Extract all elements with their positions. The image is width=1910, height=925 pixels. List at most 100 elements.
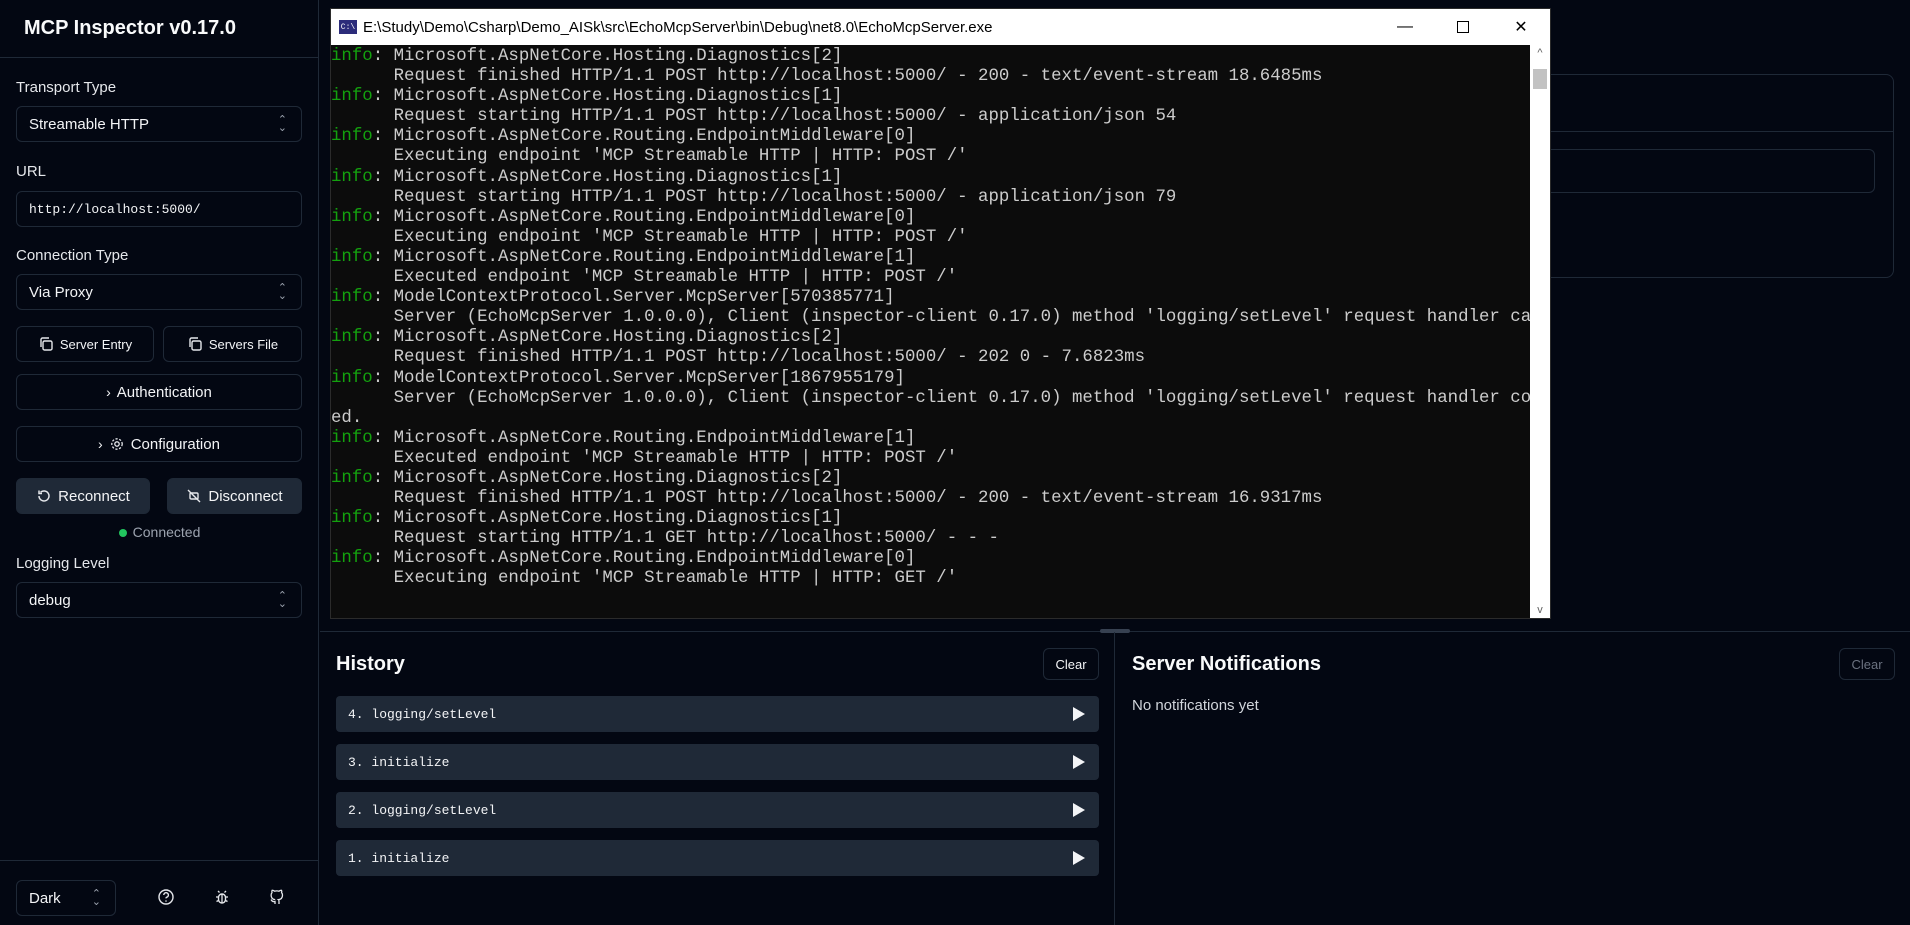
- play-icon[interactable]: [1073, 755, 1085, 769]
- app-title: MCP Inspector v0.17.0: [0, 0, 318, 58]
- unplug-icon: [187, 489, 201, 503]
- console-line: Server (EchoMcpServer 1.0.0.0), Client (…: [331, 389, 1530, 409]
- chevron-up-down-icon: ⌃ ⌄: [277, 114, 287, 134]
- console-line: info: Microsoft.AspNetCore.Routing.Endpo…: [331, 127, 1530, 147]
- log-text: Executing endpoint 'MCP Streamable HTTP …: [331, 147, 968, 167]
- notifications-empty-text: No notifications yet: [1132, 697, 1259, 714]
- console-line: Executing endpoint 'MCP Streamable HTTP …: [331, 569, 1530, 589]
- connection-type-label: Connection Type: [16, 247, 129, 264]
- chevron-right-icon: ›: [106, 384, 111, 400]
- transport-type-label: Transport Type: [16, 79, 117, 96]
- console-line: info: Microsoft.AspNetCore.Hosting.Diagn…: [331, 168, 1530, 188]
- console-line: info: Microsoft.AspNetCore.Hosting.Diagn…: [331, 469, 1530, 489]
- history-item[interactable]: 3. initialize: [336, 744, 1099, 780]
- console-title: E:\Study\Demo\Csharp\Demo_AISk\src\EchoM…: [363, 18, 993, 36]
- log-text: Server (EchoMcpServer 1.0.0.0), Client (…: [331, 388, 1530, 408]
- log-text: : Microsoft.AspNetCore.Routing.EndpointM…: [372, 428, 916, 448]
- console-line: info: Microsoft.AspNetCore.Routing.Endpo…: [331, 429, 1530, 449]
- history-title: History: [336, 653, 405, 675]
- url-input[interactable]: [16, 191, 302, 227]
- console-line: info: Microsoft.AspNetCore.Hosting.Diagn…: [331, 509, 1530, 529]
- reconnect-button[interactable]: Reconnect: [16, 478, 150, 514]
- transport-type-select[interactable]: Streamable HTTP ⌃ ⌄: [16, 106, 302, 142]
- log-text: : Microsoft.AspNetCore.Routing.EndpointM…: [372, 127, 916, 147]
- log-text: Server (EchoMcpServer 1.0.0.0), Client (…: [331, 308, 1530, 328]
- notifications-title: Server Notifications: [1132, 653, 1321, 675]
- history-clear-button[interactable]: Clear: [1043, 648, 1099, 680]
- console-line: ed.: [331, 409, 1530, 429]
- console-line: Request finished HTTP/1.1 POST http://lo…: [331, 348, 1530, 368]
- server-entry-button[interactable]: Server Entry: [16, 326, 154, 362]
- history-item[interactable]: 1. initialize: [336, 840, 1099, 876]
- console-scrollbar[interactable]: ^ v: [1530, 45, 1550, 618]
- console-line: Request starting HTTP/1.1 GET http://loc…: [331, 529, 1530, 549]
- history-panel: History Clear 4. logging/setLevel 3. ini…: [320, 632, 1115, 925]
- log-text: : Microsoft.AspNetCore.Hosting.Diagnosti…: [372, 167, 843, 187]
- notifications-clear-button[interactable]: Clear: [1839, 648, 1895, 680]
- play-icon[interactable]: [1073, 851, 1085, 865]
- console-line: info: ModelContextProtocol.Server.McpSer…: [331, 288, 1530, 308]
- reconnect-label: Reconnect: [58, 487, 130, 505]
- configuration-button[interactable]: › Configuration: [16, 426, 302, 462]
- log-text: Executing endpoint 'MCP Streamable HTTP …: [331, 569, 958, 589]
- console-line: info: Microsoft.AspNetCore.Hosting.Diagn…: [331, 328, 1530, 348]
- sidebar-footer: Dark ⌃ ⌄: [0, 860, 319, 925]
- console-line: info: Microsoft.AspNetCore.Hosting.Diagn…: [331, 87, 1530, 107]
- log-level: info: [331, 207, 373, 227]
- history-item-label: 3. initialize: [348, 754, 450, 770]
- history-item[interactable]: 2. logging/setLevel: [336, 792, 1099, 828]
- disconnect-label: Disconnect: [208, 487, 283, 505]
- log-level: info: [331, 549, 373, 569]
- theme-select[interactable]: Dark ⌃ ⌄: [16, 880, 116, 916]
- console-line: Executed endpoint 'MCP Streamable HTTP |…: [331, 268, 1530, 288]
- console-line: Executed endpoint 'MCP Streamable HTTP |…: [331, 449, 1530, 469]
- minimize-icon[interactable]: —: [1376, 9, 1434, 45]
- console-line: info: Microsoft.AspNetCore.Routing.Endpo…: [331, 208, 1530, 228]
- maximize-icon[interactable]: [1434, 9, 1492, 45]
- log-text: : Microsoft.AspNetCore.Hosting.Diagnosti…: [372, 87, 843, 107]
- log-level: info: [331, 47, 373, 66]
- scroll-down-icon[interactable]: v: [1530, 604, 1550, 616]
- servers-file-button[interactable]: Servers File: [163, 326, 302, 362]
- log-text: Request finished HTTP/1.1 POST http://lo…: [331, 489, 1323, 509]
- log-text: Executed endpoint 'MCP Streamable HTTP |…: [331, 448, 958, 468]
- chevron-right-icon: ›: [98, 436, 103, 452]
- server-notifications-panel: Server Notifications Clear No notificati…: [1116, 632, 1910, 925]
- close-icon[interactable]: ✕: [1492, 9, 1550, 45]
- status-dot-icon: [118, 529, 127, 538]
- connection-status: Connected: [0, 524, 319, 540]
- logging-level-label: Logging Level: [16, 555, 110, 572]
- console-title-bar[interactable]: C:\ E:\Study\Demo\Csharp\Demo_AISk\src\E…: [331, 9, 1550, 45]
- authentication-button[interactable]: › Authentication: [16, 374, 302, 410]
- url-label: URL: [16, 163, 47, 180]
- disconnect-button[interactable]: Disconnect: [167, 478, 302, 514]
- help-icon[interactable]: [157, 888, 175, 906]
- log-text: ed.: [331, 408, 363, 428]
- console-line: Request finished HTTP/1.1 POST http://lo…: [331, 489, 1530, 509]
- logging-level-value: debug: [29, 591, 71, 609]
- history-item[interactable]: 4. logging/setLevel: [336, 696, 1099, 732]
- log-text: Request starting HTTP/1.1 POST http://lo…: [331, 107, 1177, 127]
- scroll-up-icon[interactable]: ^: [1530, 47, 1550, 59]
- logging-level-select[interactable]: debug ⌃ ⌄: [16, 582, 302, 618]
- connection-type-select[interactable]: Via Proxy ⌃ ⌄: [16, 274, 302, 310]
- play-icon[interactable]: [1073, 803, 1085, 817]
- log-level: info: [331, 127, 373, 147]
- transport-type-value: Streamable HTTP: [29, 115, 150, 133]
- log-text: Request finished HTTP/1.1 POST http://lo…: [331, 348, 1146, 368]
- log-text: Executed endpoint 'MCP Streamable HTTP |…: [331, 268, 958, 288]
- github-icon[interactable]: [268, 888, 286, 906]
- gear-icon: [110, 438, 123, 450]
- configuration-label: Configuration: [130, 435, 220, 453]
- console-line: info: Microsoft.AspNetCore.Hosting.Diagn…: [331, 47, 1530, 67]
- console-line: info: Microsoft.AspNetCore.Routing.Endpo…: [331, 549, 1530, 569]
- bug-icon[interactable]: [213, 888, 231, 906]
- scroll-thumb[interactable]: [1533, 69, 1547, 89]
- chevron-up-down-icon: ⌃ ⌄: [91, 888, 101, 908]
- log-level: info: [331, 428, 373, 448]
- log-text: : ModelContextProtocol.Server.McpServer[…: [372, 288, 895, 308]
- rotate-ccw-icon: [38, 490, 50, 502]
- sidebar: MCP Inspector v0.17.0 Transport Type Str…: [0, 0, 319, 925]
- log-text: Request starting HTTP/1.1 GET http://loc…: [331, 529, 999, 549]
- play-icon[interactable]: [1073, 707, 1085, 721]
